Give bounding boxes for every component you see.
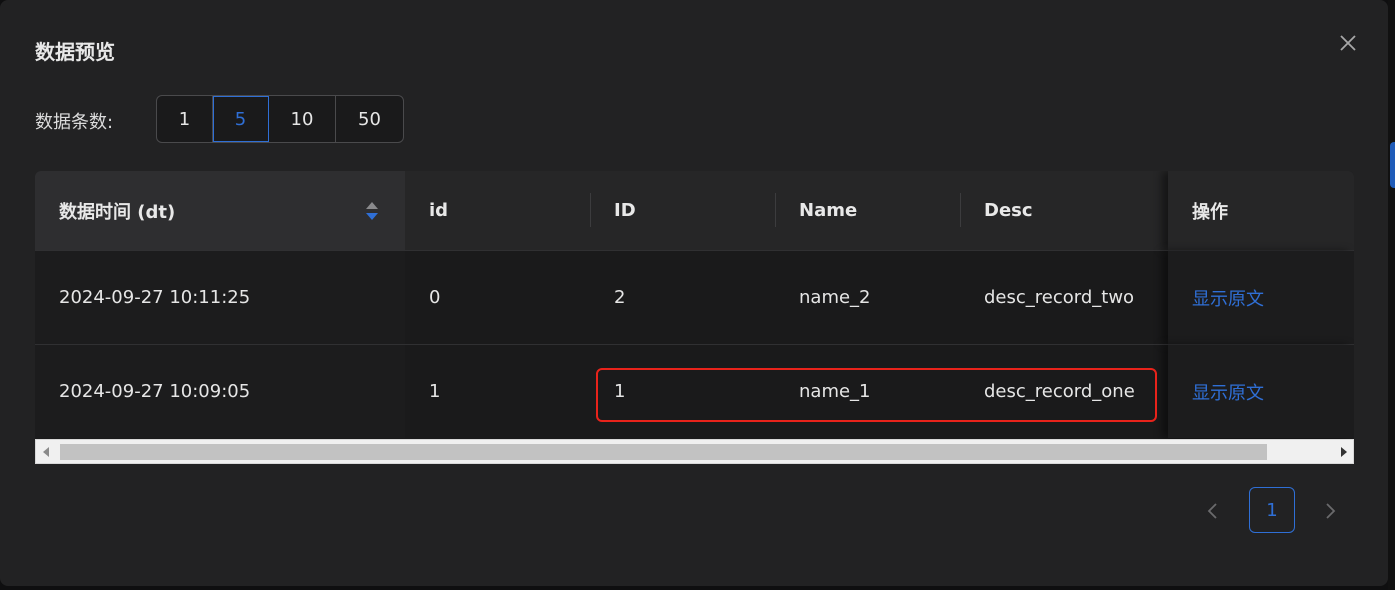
cell-dt: 2024-09-27 10:11:25 [35,251,405,344]
table-row: 2024-09-27 10:11:25 0 2 name_2 desc_reco… [35,250,1354,344]
cell-ID: 2 [614,287,626,308]
column-header-ID: ID [614,200,636,221]
scroll-left-icon[interactable] [42,446,50,458]
background-edge [1388,0,1395,590]
cell-name: name_2 [799,287,871,308]
cell-id: 1 [429,381,441,402]
row-count-selector: 1 5 10 50 [156,95,404,143]
row-count-option-50[interactable]: 50 [336,96,403,142]
cell-action: 显示原文 [1168,251,1354,344]
highlight-annotation [596,368,1157,422]
show-original-link[interactable]: 显示原文 [1192,379,1264,405]
column-header-dt[interactable]: 数据时间 (dt) [35,171,405,250]
column-header-desc: Desc [984,200,1033,221]
background-tab-indicator [1390,142,1395,188]
row-count-label: 数据条数: [35,112,114,133]
column-header-dt-label: 数据时间 (dt) [59,201,176,223]
horizontal-scrollbar[interactable] [35,439,1354,464]
row-count-option-10[interactable]: 10 [269,96,336,142]
next-page-icon[interactable] [1320,500,1340,522]
sort-icon[interactable] [365,201,379,221]
column-header-action: 操作 [1168,171,1354,250]
dialog-title: 数据预览 [35,40,115,64]
column-header-name: Name [799,200,858,221]
show-original-link[interactable]: 显示原文 [1192,285,1264,311]
page-button-current[interactable]: 1 [1249,487,1295,533]
cell-dt: 2024-09-27 10:09:05 [35,345,405,438]
close-icon [1340,35,1356,51]
cell-desc: desc_record_two [984,287,1135,308]
cell-action: 显示原文 [1168,345,1354,438]
table-header: 数据时间 (dt) id ID Name Desc 操作 [35,171,1354,250]
row-count-option-1[interactable]: 1 [157,96,213,142]
column-header-id: id [429,200,449,221]
scrollbar-thumb[interactable] [60,444,1267,460]
prev-page-icon[interactable] [1203,500,1223,522]
data-table: 数据时间 (dt) id ID Name Desc 操作 2024-09-27 … [35,171,1354,464]
scroll-right-icon[interactable] [1340,446,1348,458]
data-preview-dialog: 数据预览 数据条数: 1 5 10 50 数据时间 (dt) id ID Nam… [0,0,1388,586]
close-button[interactable] [1335,30,1361,56]
row-count-option-5[interactable]: 5 [213,96,269,142]
cell-id: 0 [429,287,441,308]
